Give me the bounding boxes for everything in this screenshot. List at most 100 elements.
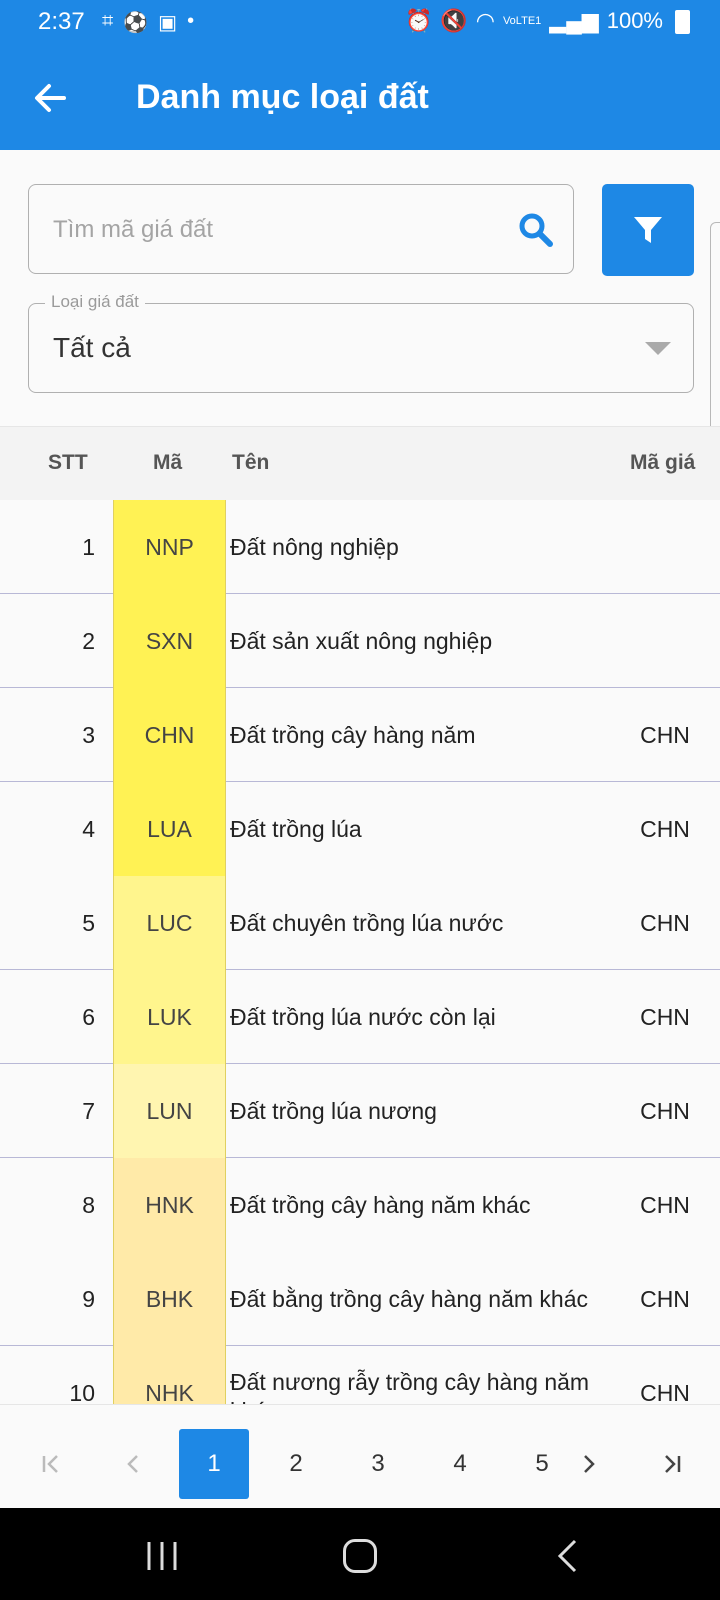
row-ten: Đất trồng cây hàng năm khác bbox=[230, 1191, 531, 1218]
row-ma: SXN bbox=[113, 594, 226, 688]
table-row[interactable]: 1 NNP Đất nông nghiệp bbox=[0, 500, 720, 594]
table-row[interactable]: 8 HNK Đất trồng cây hàng năm khác CHN bbox=[0, 1158, 720, 1252]
arrow-left-icon bbox=[35, 84, 66, 112]
filter-icon bbox=[634, 217, 662, 243]
row-stt: 2 bbox=[82, 627, 95, 654]
status-time: 2:37 bbox=[38, 8, 85, 35]
row-ma-gia: CHN bbox=[640, 909, 690, 936]
table-row[interactable]: 3 CHN Đất trồng cây hàng năm CHN bbox=[0, 688, 720, 782]
pagination: 1 2 3 4 5 bbox=[0, 1404, 720, 1509]
system-back-icon[interactable] bbox=[555, 1538, 579, 1574]
volte-label: VoLTE1 bbox=[502, 14, 542, 27]
battery-icon bbox=[675, 10, 690, 34]
chevron-right-icon bbox=[584, 1455, 595, 1473]
row-ma: BHK bbox=[113, 1252, 226, 1346]
row-ma-gia: CHN bbox=[640, 1191, 690, 1218]
row-stt: 8 bbox=[82, 1191, 95, 1218]
page-title: Danh mục loại đất bbox=[136, 78, 429, 116]
last-page-icon bbox=[665, 1455, 681, 1473]
chevron-down-icon bbox=[645, 342, 671, 355]
row-ma-gia: CHN bbox=[640, 1379, 690, 1405]
table-row[interactable]: 9 BHK Đất bằng trồng cây hàng năm khác C… bbox=[0, 1252, 720, 1346]
row-stt: 9 bbox=[82, 1285, 95, 1312]
row-ten: Đất trồng cây hàng năm bbox=[230, 721, 476, 748]
row-ma: LUA bbox=[113, 782, 226, 876]
search-icon[interactable] bbox=[517, 211, 555, 249]
first-page-button[interactable] bbox=[16, 1429, 86, 1499]
row-ma-gia: CHN bbox=[640, 721, 690, 748]
row-ten: Đất trồng lúa nước còn lại bbox=[230, 1003, 496, 1030]
row-ten: Đất trồng lúa nương bbox=[230, 1097, 437, 1124]
search-input[interactable] bbox=[51, 207, 495, 253]
table-body: 1 NNP Đất nông nghiệp 2 SXN Đất sản xuất… bbox=[0, 500, 720, 1404]
status-notification-icons: ⌗ ⚽ ▣ • bbox=[102, 10, 194, 35]
row-ten: Đất sản xuất nông nghiệp bbox=[230, 627, 493, 654]
page-button-2[interactable]: 2 bbox=[261, 1429, 331, 1499]
row-ma-gia: CHN bbox=[640, 1285, 690, 1312]
row-ma: CHN bbox=[113, 688, 226, 782]
price-type-label: Loại giá đất bbox=[45, 292, 145, 312]
alarm-icon: ⏰ bbox=[404, 8, 433, 33]
column-header-ten[interactable]: Tên bbox=[232, 451, 269, 475]
image-icon: ▣ bbox=[158, 12, 178, 34]
table-header: STT Mã Tên Mã giá bbox=[0, 426, 720, 501]
row-ma: LUC bbox=[113, 876, 226, 970]
table-row[interactable]: 2 SXN Đất sản xuất nông nghiệp bbox=[0, 594, 720, 688]
table-row[interactable]: 5 LUC Đất chuyên trồng lúa nước CHN bbox=[0, 876, 720, 970]
row-stt: 4 bbox=[82, 815, 95, 842]
row-ma-gia bbox=[620, 500, 710, 594]
row-stt: 7 bbox=[82, 1097, 95, 1124]
prev-page-button[interactable] bbox=[98, 1429, 168, 1499]
row-stt: 6 bbox=[82, 1003, 95, 1030]
filter-button[interactable] bbox=[602, 184, 694, 276]
back-button[interactable] bbox=[22, 70, 78, 126]
signal-icon: ▂▄▆ bbox=[549, 8, 599, 33]
home-button-icon[interactable] bbox=[343, 1539, 377, 1573]
battery-text: 100% bbox=[606, 8, 663, 33]
row-ma: NNP bbox=[113, 500, 226, 594]
row-ma: LUN bbox=[113, 1064, 226, 1158]
side-panel-handle[interactable] bbox=[710, 222, 720, 448]
column-header-ma[interactable]: Mã bbox=[153, 451, 182, 475]
last-page-button[interactable] bbox=[637, 1429, 707, 1499]
screenshot-icon: ⌗ bbox=[102, 10, 114, 32]
table-row[interactable]: 4 LUA Đất trồng lúa CHN bbox=[0, 782, 720, 876]
search-box[interactable] bbox=[28, 184, 574, 274]
page-button-3[interactable]: 3 bbox=[343, 1429, 413, 1499]
page-button-1[interactable]: 1 bbox=[179, 1429, 249, 1499]
row-ma: LUK bbox=[113, 970, 226, 1064]
row-stt: 1 bbox=[82, 533, 95, 560]
row-stt: 3 bbox=[82, 721, 95, 748]
column-header-stt[interactable]: STT bbox=[48, 451, 88, 475]
row-ten: Đất bằng trồng cây hàng năm khác bbox=[230, 1285, 589, 1312]
wifi-icon: ◠ bbox=[475, 8, 495, 33]
soccer-ball-icon: ⚽ bbox=[123, 12, 149, 34]
status-system-icons: ⏰ 🔇 ◠ VoLTE1 ▂▄▆ 100% bbox=[405, 8, 690, 34]
price-type-select[interactable]: Loại giá đất Tất cả bbox=[28, 292, 694, 393]
dot-icon: • bbox=[187, 10, 195, 32]
first-page-icon bbox=[42, 1455, 58, 1473]
table-row[interactable]: 6 LUK Đất trồng lúa nước còn lại CHN bbox=[0, 970, 720, 1064]
row-ma-gia: CHN bbox=[640, 1097, 690, 1124]
row-ma: NHK bbox=[113, 1346, 226, 1404]
row-stt: 10 bbox=[69, 1379, 95, 1405]
row-stt: 5 bbox=[82, 909, 95, 936]
table-row[interactable]: 7 LUN Đất trồng lúa nương CHN bbox=[0, 1064, 720, 1158]
recent-apps-icon[interactable] bbox=[145, 1540, 179, 1572]
row-ten: Đất trồng lúa bbox=[230, 815, 362, 842]
next-page-button[interactable] bbox=[554, 1429, 624, 1499]
column-header-ma-gia[interactable]: Mã giá bbox=[630, 451, 695, 475]
row-ma: HNK bbox=[113, 1158, 226, 1252]
price-type-value: Tất cả bbox=[53, 332, 131, 363]
page-button-4[interactable]: 4 bbox=[425, 1429, 495, 1499]
app-bar: Danh mục loại đất bbox=[0, 46, 720, 150]
table-row[interactable]: 10 NHK Đất nương rẫy trồng cây hàng năm … bbox=[0, 1346, 720, 1404]
row-ma-gia bbox=[620, 594, 710, 688]
row-ten: Đất nông nghiệp bbox=[230, 533, 399, 560]
row-ten: Đất chuyên trồng lúa nước bbox=[230, 909, 504, 936]
mute-icon: 🔇 bbox=[440, 8, 468, 33]
row-ma-gia: CHN bbox=[640, 815, 690, 842]
row-ten: Đất nương rẫy trồng cây hàng năm khác bbox=[230, 1369, 590, 1404]
row-ma-gia: CHN bbox=[640, 1003, 690, 1030]
chevron-left-icon bbox=[127, 1455, 138, 1473]
